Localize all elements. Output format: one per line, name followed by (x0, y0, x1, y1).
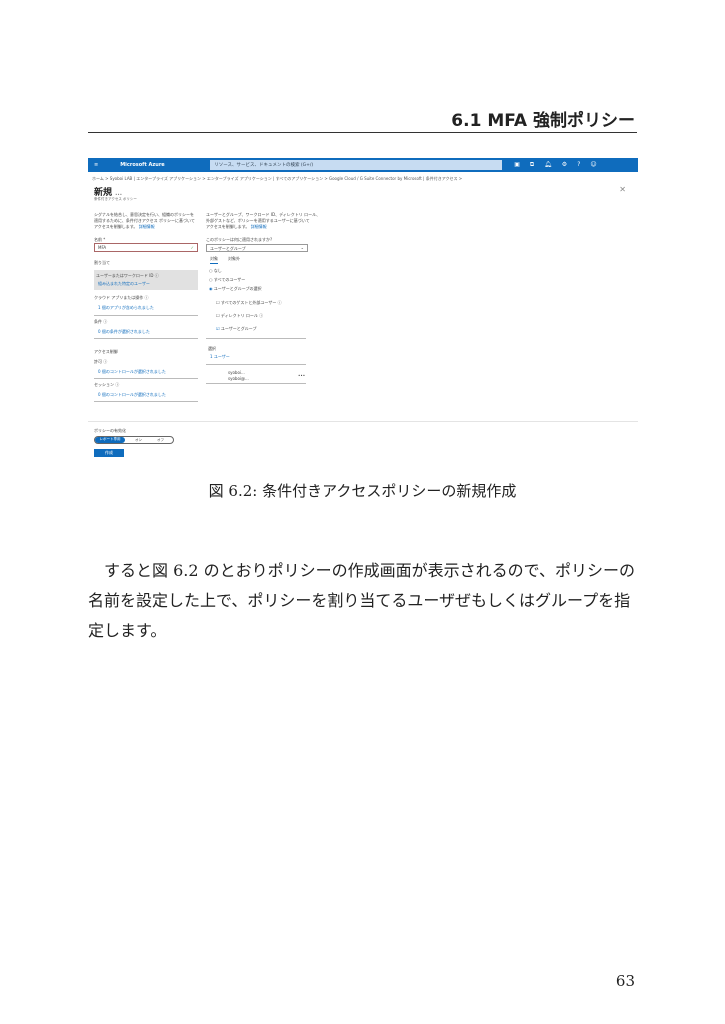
user-more-button[interactable]: ••• (298, 373, 305, 378)
checkbox-roles-label: ディレクトリ ロール ⓘ (220, 313, 264, 318)
left-intro-3-text: アクセスを制御します。 (94, 224, 138, 229)
tab-exclude[interactable]: 対象外 (228, 256, 240, 262)
checkbox-users[interactable]: ☑ ユーザーとグループ (216, 326, 257, 332)
apps-value[interactable]: 1 個のアプリが含められました (98, 305, 154, 311)
more-button[interactable]: ... (115, 190, 122, 197)
toggle-report-only[interactable]: レポート専用 (95, 437, 125, 443)
applies-value: ユーザーとグループ (210, 246, 246, 251)
check-icon: ✓ (190, 245, 194, 250)
close-icon[interactable]: ✕ (619, 185, 626, 194)
users-label: ユーザーまたはワークロード ID ⓘ (96, 273, 159, 278)
session-value[interactable]: 0 個のコントロールが選択されました (98, 392, 166, 398)
header-rule (88, 132, 637, 133)
section-header: 6.1 MFA 強制ポリシー (451, 111, 635, 131)
body-paragraph: すると図 6.2 のとおりポリシーの作成画面が表示されるので、ポリシーの名前を設… (88, 561, 635, 640)
enable-toggle[interactable]: レポート専用 オン オフ (94, 436, 174, 444)
grant-value[interactable]: 0 個のコントロールが選択されました (98, 369, 166, 375)
page-subtitle: 条件付きアクセス ポリシー (94, 197, 137, 201)
right-intro-3: アクセスを制御します。 詳細情報 (206, 224, 267, 230)
learn-more-link[interactable]: 詳細情報 (139, 224, 155, 229)
name-input[interactable]: MFA ✓ (94, 243, 198, 252)
right-intro-3-text: アクセスを制御します。 (206, 224, 250, 229)
feedback-icon[interactable]: ☺ (590, 161, 596, 169)
session-label: セッション ⓘ (94, 382, 120, 387)
user-email: syoboi@... (228, 376, 249, 381)
radio-all-label: すべてのユーザー (213, 277, 246, 282)
apps-label: クラウド アプリまたは操作 ⓘ (94, 295, 149, 300)
tab-include[interactable]: 対象 (210, 256, 218, 264)
chevron-down-icon: ⌄ (300, 245, 304, 250)
checkbox-roles[interactable]: ☐ ディレクトリ ロール ⓘ (216, 313, 263, 319)
name-value: MFA (98, 245, 107, 250)
radio-none[interactable]: ○ なし (209, 268, 222, 274)
users-value[interactable]: 組み込まれた特定のユーザー (98, 281, 150, 287)
grant-label: 許可 ⓘ (94, 359, 108, 364)
left-intro-3: アクセスを制御します。 詳細情報 (94, 224, 155, 230)
page-number: 63 (615, 972, 635, 990)
radio-none-label: なし (213, 268, 222, 273)
applies-label: このポリシーは何に適用されますか? (206, 237, 273, 242)
figure-caption: 図 6.2: 条件付きアクセスポリシーの新規作成 (208, 482, 517, 500)
notification-icon[interactable]: 🔔︎ (544, 161, 552, 169)
access-controls-heading: アクセス制御 (94, 349, 118, 354)
directory-icon[interactable]: ⧉ (530, 161, 534, 169)
cloud-shell-icon[interactable]: ▣ (514, 161, 520, 169)
conditions-value[interactable]: 0 個の条件が選択されました (98, 329, 150, 335)
radio-select[interactable]: ◉ ユーザーとグループの選択 (209, 286, 261, 292)
menu-icon[interactable]: ≡ (94, 162, 98, 168)
azure-topbar: ≡ Microsoft Azure リソース、サービス、ドキュメントの検索 (G… (88, 158, 638, 172)
radio-select-label: ユーザーとグループの選択 (213, 286, 262, 291)
azure-screenshot: ≡ Microsoft Azure リソース、サービス、ドキュメントの検索 (G… (88, 155, 638, 468)
learn-more-link-right[interactable]: 詳細情報 (251, 224, 267, 229)
checkbox-guests[interactable]: ☐ すべてのゲストと外部ユーザー ⓘ (216, 300, 282, 306)
applies-dropdown[interactable]: ユーザーとグループ ⌄ (206, 244, 308, 252)
checkbox-users-label: ユーザーとグループ (220, 326, 257, 331)
select-users-link[interactable]: 1 ユーザー (210, 354, 230, 360)
enable-label: ポリシーの有効化 (94, 428, 126, 433)
brand: Microsoft Azure (120, 162, 165, 168)
select-label: 選択 (208, 346, 216, 351)
conditions-label: 条件 ⓘ (94, 319, 108, 324)
create-button[interactable]: 作成 (94, 449, 124, 457)
search-input[interactable]: リソース、サービス、ドキュメントの検索 (G+/) (210, 160, 503, 170)
gear-icon[interactable]: ⚙ (562, 161, 567, 169)
radio-all[interactable]: ○ すべてのユーザー (209, 277, 245, 283)
help-icon[interactable]: ? (577, 161, 580, 169)
assignments-heading: 割り当て (94, 260, 110, 265)
toggle-on[interactable]: オン (135, 438, 142, 443)
toggle-off[interactable]: オフ (157, 438, 164, 443)
user-name: syoboi... (228, 370, 245, 375)
checkbox-guests-label: すべてのゲストと外部ユーザー ⓘ (220, 300, 282, 305)
breadcrumb[interactable]: ホーム > Syoboi LAB | エンタープライズ アプリケーション > エ… (92, 176, 462, 182)
